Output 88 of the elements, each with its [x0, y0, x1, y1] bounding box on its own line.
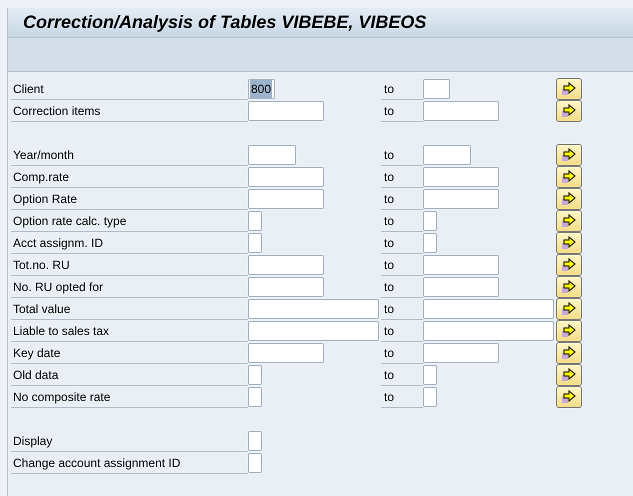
multiple-selection-button[interactable]	[556, 210, 582, 232]
input-field[interactable]	[248, 211, 262, 231]
arrow-icon	[561, 368, 577, 382]
input-field[interactable]	[423, 233, 437, 253]
input-field[interactable]	[423, 101, 499, 121]
input-field[interactable]	[423, 255, 499, 275]
to-label: to	[384, 388, 394, 406]
to-label: to	[384, 102, 394, 120]
multiple-selection-button[interactable]	[556, 342, 582, 364]
field-label: Change account assignment ID	[13, 454, 180, 472]
to-label: to	[384, 322, 394, 340]
input-field[interactable]	[248, 233, 262, 253]
to-label: to	[384, 300, 394, 318]
input-field[interactable]	[248, 365, 262, 385]
input-field[interactable]	[423, 299, 554, 319]
field-label: Tot.no. RU	[13, 256, 70, 274]
to-label: to	[384, 80, 394, 98]
field-label: Acct assignm. ID	[13, 234, 104, 252]
input-field[interactable]	[248, 255, 324, 275]
to-label: to	[384, 366, 394, 384]
arrow-icon	[561, 82, 577, 96]
field-label: Total value	[13, 300, 70, 318]
arrow-icon	[561, 258, 577, 272]
window-title: Correction/Analysis of Tables VIBEBE, VIBEOS	[23, 11, 426, 34]
field-label: Old data	[13, 366, 58, 384]
input-field[interactable]	[423, 365, 437, 385]
arrow-icon	[561, 192, 577, 206]
to-label: to	[384, 146, 394, 164]
input-field[interactable]	[248, 431, 262, 451]
field-label: Year/month	[13, 146, 74, 164]
input-field[interactable]	[423, 277, 499, 297]
multiple-selection-button[interactable]	[556, 386, 582, 408]
arrow-icon	[561, 390, 577, 404]
field-label: Comp.rate	[13, 168, 70, 186]
input-field[interactable]	[423, 321, 554, 341]
to-label: to	[384, 168, 394, 186]
input-field[interactable]	[423, 211, 437, 231]
arrow-icon	[561, 148, 577, 162]
input-field[interactable]	[248, 321, 379, 341]
field-label: Option rate calc. type	[13, 212, 126, 230]
to-label: to	[384, 234, 394, 252]
arrow-icon	[561, 302, 577, 316]
field-label: Liable to sales tax	[13, 322, 110, 340]
multiple-selection-button[interactable]	[556, 232, 582, 254]
input-field[interactable]	[248, 387, 262, 407]
input-field[interactable]	[248, 453, 262, 473]
input-field[interactable]	[248, 189, 324, 209]
input-field[interactable]	[248, 343, 324, 363]
multiple-selection-button[interactable]	[556, 254, 582, 276]
field-label: No composite rate	[13, 388, 110, 406]
arrow-icon	[561, 214, 577, 228]
arrow-icon	[561, 346, 577, 360]
field-label: Client	[13, 80, 44, 98]
field-label: Option Rate	[13, 190, 78, 208]
arrow-icon	[561, 104, 577, 118]
arrow-icon	[561, 170, 577, 184]
input-field[interactable]	[423, 387, 437, 407]
input-field[interactable]	[423, 79, 450, 99]
multiple-selection-button[interactable]	[556, 100, 582, 122]
multiple-selection-button[interactable]	[556, 188, 582, 210]
field-label: Display	[13, 432, 52, 450]
to-label: to	[384, 256, 394, 274]
arrow-icon	[561, 324, 577, 338]
input-field[interactable]	[423, 343, 499, 363]
to-label: to	[384, 190, 394, 208]
multiple-selection-button[interactable]	[556, 78, 582, 100]
multiple-selection-button[interactable]	[556, 298, 582, 320]
multiple-selection-button[interactable]	[556, 144, 582, 166]
multiple-selection-button[interactable]	[556, 364, 582, 386]
input-field[interactable]	[248, 277, 324, 297]
input-field[interactable]	[248, 101, 324, 121]
to-label: to	[384, 212, 394, 230]
multiple-selection-button[interactable]	[556, 320, 582, 342]
arrow-icon	[561, 280, 577, 294]
input-field[interactable]	[423, 189, 499, 209]
to-label: to	[384, 344, 394, 362]
field-label: Key date	[13, 344, 60, 362]
field-label: Correction items	[13, 102, 100, 120]
field-label: No. RU opted for	[13, 278, 104, 296]
input-field[interactable]	[423, 145, 471, 165]
to-label: to	[384, 278, 394, 296]
multiple-selection-button[interactable]	[556, 166, 582, 188]
input-field[interactable]	[248, 167, 324, 187]
input-field[interactable]	[248, 145, 296, 165]
arrow-icon	[561, 236, 577, 250]
input-field[interactable]	[248, 299, 379, 319]
multiple-selection-button[interactable]	[556, 276, 582, 298]
input-field[interactable]	[423, 167, 499, 187]
